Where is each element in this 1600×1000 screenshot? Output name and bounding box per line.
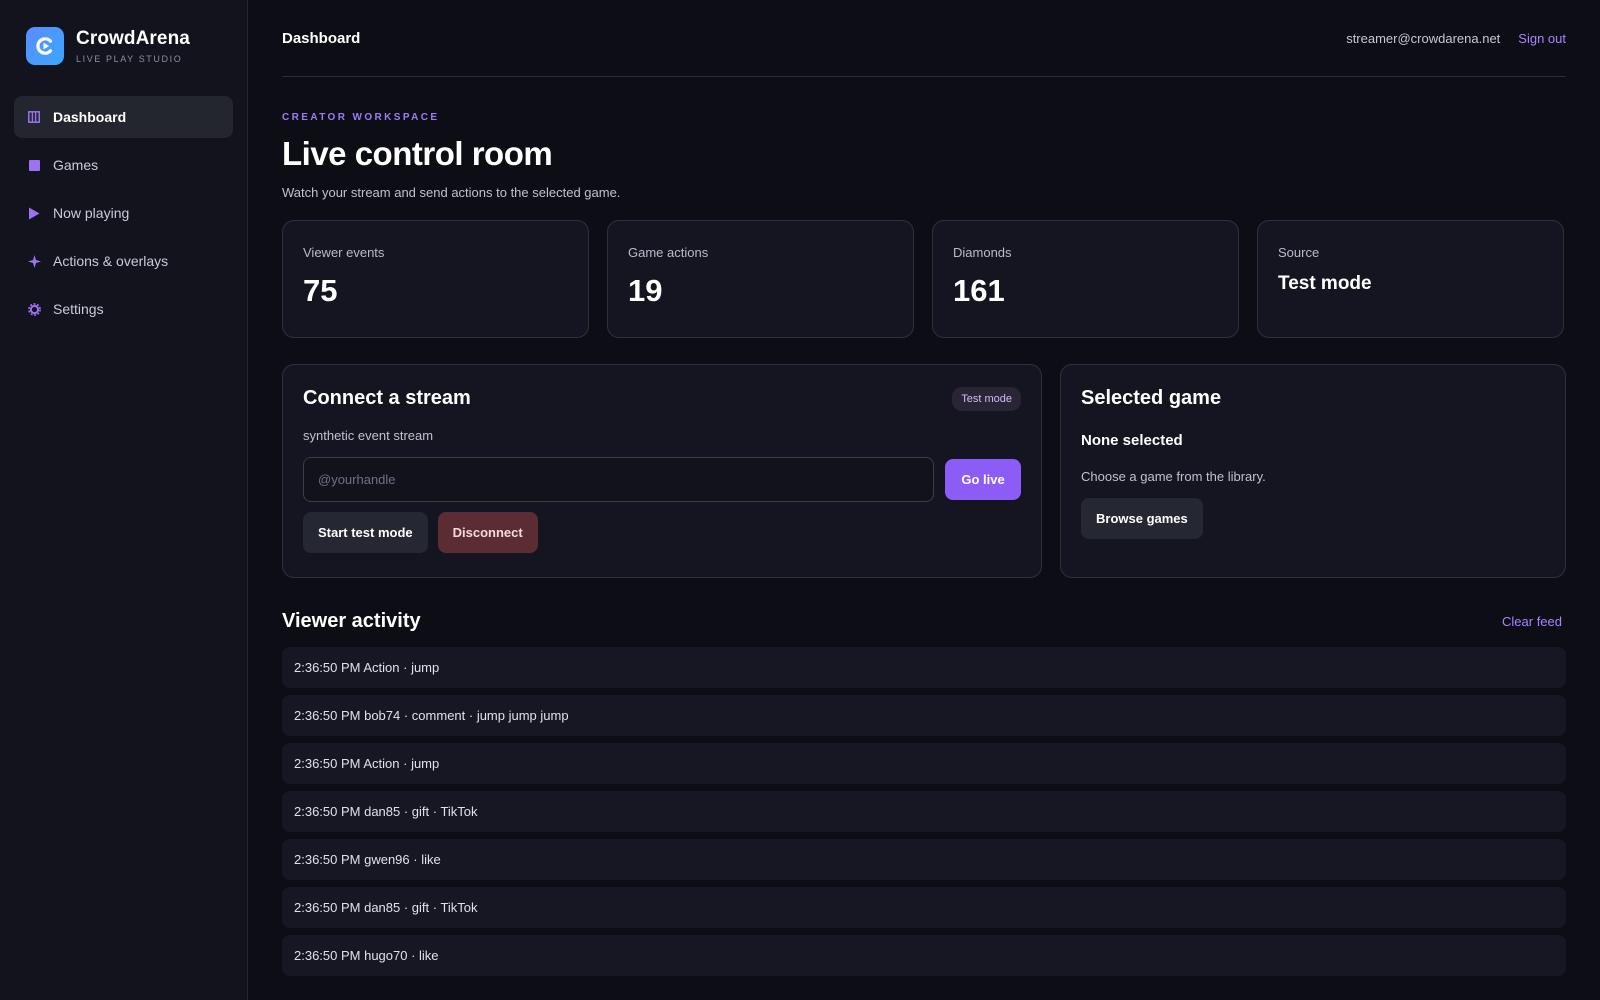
selected-game-note: Choose a game from the library. xyxy=(1081,469,1266,484)
connect-stream-panel: Connect a stream Test mode synthetic eve… xyxy=(282,364,1042,578)
sidebar-nav: Dashboard Games Now playing Actions & ov… xyxy=(14,96,233,336)
section-title: Viewer activity xyxy=(282,610,421,632)
selected-game-panel: Selected game None selected Choose a gam… xyxy=(1060,364,1566,578)
sidebar-item-label: Actions & overlays xyxy=(53,253,169,269)
sidebar-item-settings[interactable]: Settings xyxy=(14,288,233,330)
play-circle-icon xyxy=(26,27,64,65)
selected-game-name: None selected xyxy=(1081,432,1183,449)
gear-icon xyxy=(27,302,41,316)
panel-title: Selected game xyxy=(1081,387,1222,409)
sidebar-item-dashboard[interactable]: Dashboard xyxy=(14,96,233,138)
stat-label: Game actions xyxy=(628,245,709,260)
list-item: 2:36:50 PM gwen96 · like xyxy=(282,839,1566,880)
sidebar-item-games[interactable]: Games xyxy=(14,144,233,186)
stream-source-note: synthetic event stream xyxy=(303,428,434,443)
sign-out-link[interactable]: Sign out xyxy=(1518,31,1566,46)
sidebar-item-label: Games xyxy=(53,157,99,173)
topbar-title: Dashboard xyxy=(282,29,361,47)
stat-value: 161 xyxy=(953,273,1005,308)
panel-title: Connect a stream xyxy=(303,387,471,409)
stats-row: Viewer events 75 Game actions 19 Diamond… xyxy=(282,220,1566,338)
stat-value: 75 xyxy=(303,273,338,308)
stat-card-game-actions: Game actions 19 xyxy=(607,220,914,338)
brand-name: CrowdArena xyxy=(76,28,190,49)
brand[interactable]: CrowdArena LIVE PLAY STUDIO xyxy=(26,27,190,65)
stat-card-viewer-events: Viewer events 75 xyxy=(282,220,589,338)
clear-feed-link[interactable]: Clear feed xyxy=(1502,614,1562,629)
list-item: 2:36:50 PM bob74 · comment · jump jump j… xyxy=(282,695,1566,736)
page-subtitle: Watch your stream and send actions to th… xyxy=(282,185,621,200)
sidebar-item-label: Now playing xyxy=(53,205,130,221)
panels-row: Connect a stream Test mode synthetic eve… xyxy=(282,364,1566,578)
stat-label: Source xyxy=(1278,245,1320,260)
topbar: Dashboard streamer@crowdarena.net Sign o… xyxy=(282,0,1566,77)
status-badge: Test mode xyxy=(952,387,1021,411)
list-item: 2:36:50 PM hugo70 · like xyxy=(282,935,1566,976)
stat-label: Diamonds xyxy=(953,245,1012,260)
stat-card-diamonds: Diamonds 161 xyxy=(932,220,1239,338)
sidebar-item-actions-overlays[interactable]: Actions & overlays xyxy=(14,240,233,282)
sparkle-icon xyxy=(27,254,41,268)
handle-input[interactable] xyxy=(303,457,935,502)
play-icon xyxy=(27,206,41,220)
list-item: 2:36:50 PM Action · jump xyxy=(282,743,1566,784)
page-title: Live control room xyxy=(282,135,553,172)
activity-feed: 2:36:50 PM Action · jump 2:36:50 PM bob7… xyxy=(282,647,1566,976)
stat-card-source: Source Test mode xyxy=(1257,220,1564,338)
sidebar-item-label: Settings xyxy=(53,301,104,317)
start-test-mode-button[interactable]: Start test mode xyxy=(303,512,428,553)
columns-icon xyxy=(27,110,41,124)
main-content: Dashboard streamer@crowdarena.net Sign o… xyxy=(282,0,1566,1000)
list-item: 2:36:50 PM Action · jump xyxy=(282,647,1566,688)
disconnect-button[interactable]: Disconnect xyxy=(437,512,538,553)
brand-subtitle: LIVE PLAY STUDIO xyxy=(76,54,183,64)
sidebar: CrowdArena LIVE PLAY STUDIO Dashboard Ga… xyxy=(0,0,248,1000)
section-eyebrow: CREATOR WORKSPACE xyxy=(282,112,440,123)
browse-games-button[interactable]: Browse games xyxy=(1081,498,1203,539)
sidebar-item-now-playing[interactable]: Now playing xyxy=(14,192,233,234)
go-live-button[interactable]: Go live xyxy=(945,459,1021,500)
square-icon xyxy=(27,158,41,172)
viewer-activity-section: Viewer activity Clear feed 2:36:50 PM Ac… xyxy=(282,610,1566,976)
stat-label: Viewer events xyxy=(303,245,385,260)
list-item: 2:36:50 PM dan85 · gift · TikTok xyxy=(282,791,1566,832)
sidebar-item-label: Dashboard xyxy=(53,109,127,125)
user-email: streamer@crowdarena.net xyxy=(1346,30,1501,46)
stat-value: 19 xyxy=(628,273,663,308)
stat-value: Test mode xyxy=(1278,273,1372,294)
list-item: 2:36:50 PM dan85 · gift · TikTok xyxy=(282,887,1566,928)
